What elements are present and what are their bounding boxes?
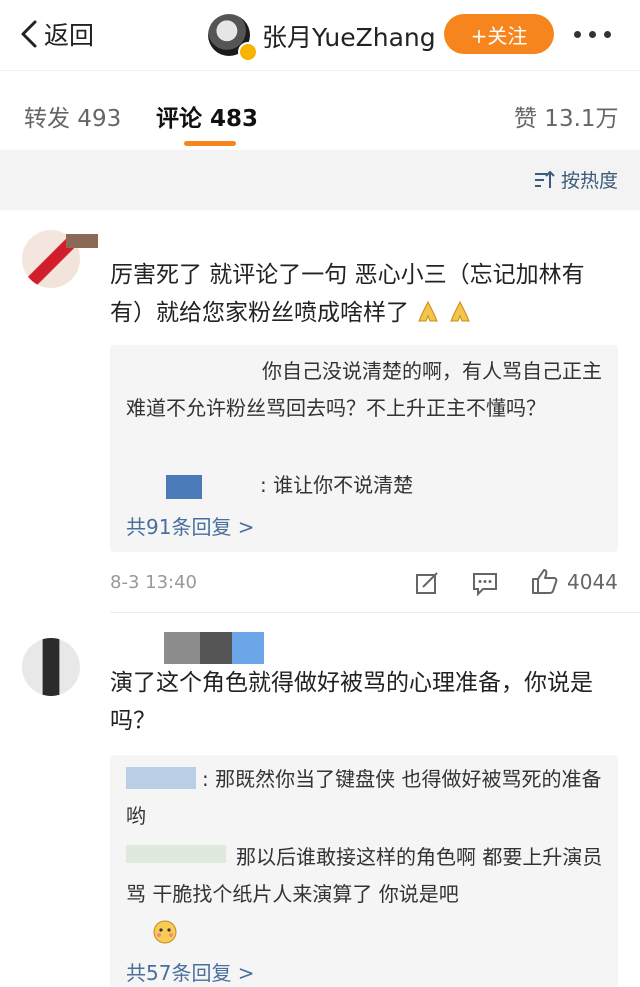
active-tab-indicator: [184, 141, 236, 146]
redacted-username: [200, 632, 232, 664]
reply-text: 你自己没说清楚的啊，有人骂自己正主难道不允许粉丝骂回去吗？不上升正主不懂吗？: [126, 359, 602, 420]
tab-likes[interactable]: 赞 13.1万: [514, 99, 619, 133]
redacted-username: [66, 234, 98, 248]
comment-text: 厉害死了 就评论了一句 恶心小三（忘记加林有有）就给您家粉丝喷成啥样了: [110, 262, 585, 326]
reply-box: 你自己没说清楚的啊，有人骂自己正主难道不允许粉丝骂回去吗？不上升正主不懂吗？ :…: [110, 345, 618, 552]
view-replies-link[interactable]: 共91条回复 >: [126, 511, 255, 540]
user-name[interactable]: 张月YueZhang: [262, 18, 436, 54]
shy-emoji-icon: [153, 920, 177, 944]
chevron-left-icon: [21, 20, 37, 48]
pray-emoji-icon: [418, 300, 439, 322]
sort-bar: 按热度: [0, 150, 640, 210]
tab-comments[interactable]: 评论 483: [156, 99, 258, 133]
redacted-username: [164, 632, 200, 664]
commenter-avatar[interactable]: [22, 638, 80, 696]
like-count: 4044: [567, 570, 618, 594]
more-icon[interactable]: [574, 26, 620, 42]
verified-badge-icon: [238, 42, 258, 62]
pray-emoji-icon: [449, 300, 470, 322]
comment-text: 演了这个角色就得做好被骂的心理准备，你说是吗？: [110, 670, 593, 734]
sort-icon: [534, 170, 555, 188]
tab-repost[interactable]: 转发 493: [24, 99, 121, 133]
follow-button[interactable]: +关注: [444, 14, 554, 54]
top-bar: 返回 张月YueZhang +关注: [0, 0, 640, 70]
back-button[interactable]: 返回: [18, 12, 94, 56]
view-replies-link[interactable]: 共57条回复 >: [126, 957, 255, 986]
sort-by-hot-button[interactable]: 按热度: [533, 166, 618, 193]
redacted-username: [166, 475, 202, 499]
tab-bar: 转发 493 评论 483 赞 13.1万: [0, 70, 640, 152]
comment-icon[interactable]: [472, 570, 498, 596]
redacted-username: [232, 632, 264, 664]
sort-label: 按热度: [560, 170, 618, 192]
repost-icon[interactable]: [414, 570, 440, 596]
comment-time: 8-3 13:40: [110, 572, 197, 593]
reply-text: 那以后谁敢接这样的角色啊 都要上升演员骂 干脆找个纸片人来演算了 你说是吧: [126, 845, 603, 906]
reply-text: : 谁让你不说清楚: [260, 473, 414, 497]
back-label: 返回: [44, 21, 95, 50]
reply-box: : 那既然你当了键盘侠 也得做好被骂死的准备哟 那以后谁敢接这样的角色啊 都要上…: [110, 755, 618, 987]
reply-text: : 那既然你当了键盘侠 也得做好被骂死的准备哟: [126, 767, 602, 828]
like-icon[interactable]: [530, 567, 558, 595]
divider: [110, 612, 640, 613]
